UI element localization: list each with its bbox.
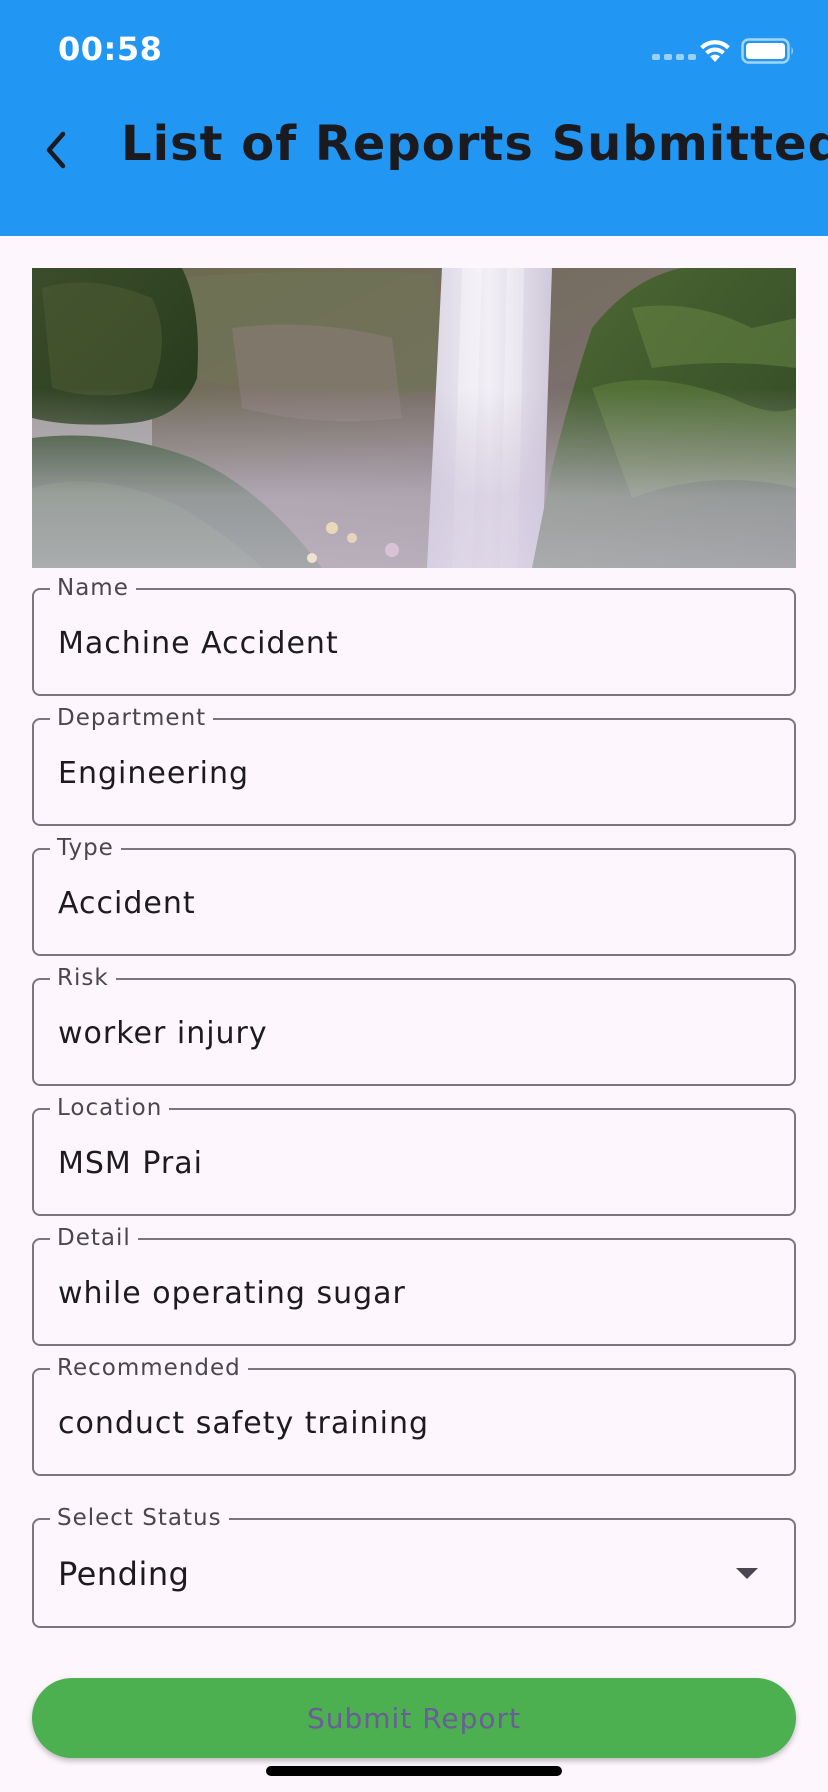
type-field[interactable]: Type Accident	[32, 834, 796, 956]
recommended-value: conduct safety training	[58, 1406, 430, 1441]
department-field[interactable]: Department Engineering	[32, 704, 796, 826]
status-time: 00:58	[58, 30, 163, 68]
name-field[interactable]: Name Machine Accident	[32, 574, 796, 696]
recommended-field[interactable]: Recommended conduct safety training	[32, 1354, 796, 1476]
cellular-signal-icon	[652, 54, 696, 60]
page-title: List of Reports Submitted	[121, 116, 828, 172]
detail-value: while operating sugar	[58, 1276, 406, 1311]
name-label: Name	[50, 574, 136, 602]
type-label: Type	[50, 834, 121, 862]
wifi-icon	[700, 40, 730, 62]
department-label: Department	[50, 704, 214, 732]
detail-label: Detail	[50, 1224, 138, 1252]
location-label: Location	[50, 1094, 170, 1122]
battery-icon	[741, 38, 793, 64]
status-select[interactable]: Select Status Pending	[32, 1504, 796, 1628]
risk-label: Risk	[50, 964, 116, 992]
status-select-value: Pending	[58, 1555, 190, 1593]
risk-value: worker injury	[58, 1016, 268, 1051]
status-select-label: Select Status	[50, 1504, 229, 1532]
home-indicator	[266, 1766, 562, 1776]
location-field[interactable]: Location MSM Prai	[32, 1094, 796, 1216]
risk-field[interactable]: Risk worker injury	[32, 964, 796, 1086]
detail-field[interactable]: Detail while operating sugar	[32, 1224, 796, 1346]
department-value: Engineering	[58, 756, 249, 791]
report-image	[32, 268, 796, 568]
name-value: Machine Accident	[58, 626, 339, 661]
type-value: Accident	[58, 886, 196, 921]
chevron-left-icon	[46, 131, 66, 169]
waterfall-image	[32, 268, 796, 568]
recommended-label: Recommended	[50, 1354, 248, 1382]
app-bar: 00:58 List of Reports Submitted	[0, 0, 828, 236]
submit-report-button[interactable]: Submit Report	[32, 1678, 796, 1758]
back-button[interactable]	[36, 122, 76, 178]
location-value: MSM Prai	[58, 1146, 203, 1181]
arrow-drop-down-icon[interactable]	[736, 1568, 758, 1579]
